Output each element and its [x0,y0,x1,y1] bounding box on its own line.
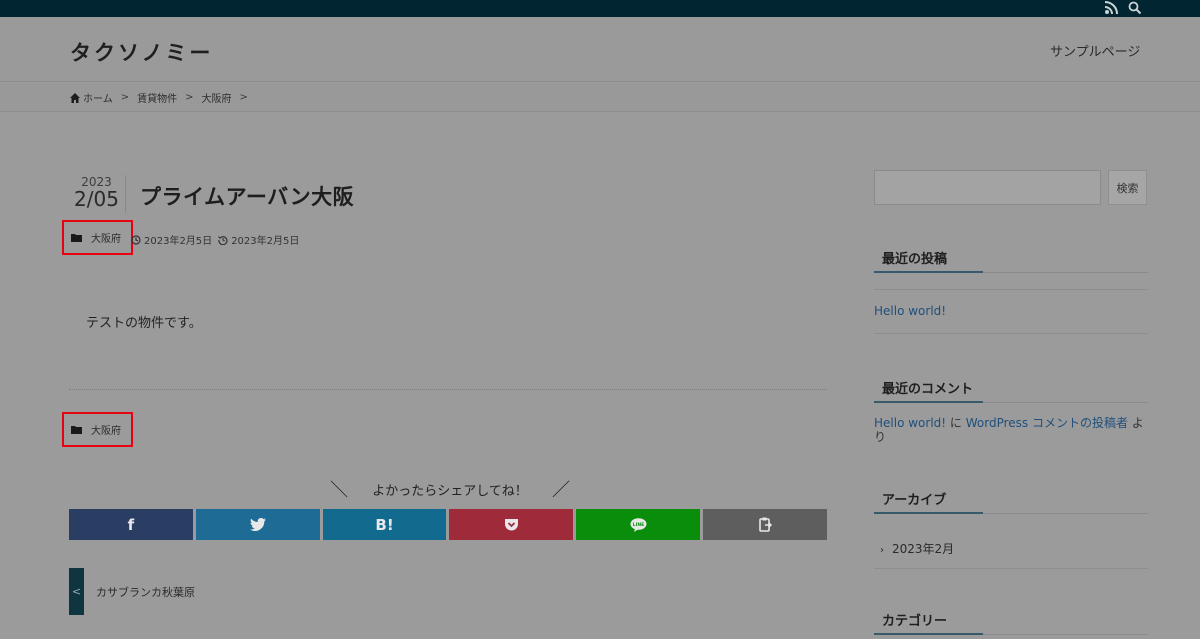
updated-icon [218,235,228,245]
prev-post-link[interactable]: < カサブランカ秋葉原 [69,568,195,615]
search-icon[interactable] [1128,1,1142,15]
pocket-icon [504,519,518,531]
comment-author-link[interactable]: WordPress コメントの投稿者 [966,416,1128,430]
category-label: 大阪府 [91,234,121,245]
recent-comment: Hello world! に WordPress コメントの投稿者 より [874,416,1149,444]
top-bar [0,0,1200,17]
post-meta-dates: 2023年2月5日 2023年2月5日 [131,232,299,247]
comment-on-text: に [946,416,966,430]
widget-title-text: アーカイブ [882,493,947,508]
widget-divider [874,289,1148,290]
clock-icon [131,234,141,245]
breadcrumb-bar: ホーム > 賃貸物件 > 大阪府 > [0,83,1200,112]
rss-icon[interactable] [1104,1,1118,15]
archive-item[interactable]: › 2023年2月 [880,540,954,557]
breadcrumb: ホーム > 賃貸物件 > 大阪府 > [70,90,256,105]
hatena-icon: B! [375,515,394,534]
site-title[interactable]: タクソノミー [70,37,213,67]
share-heading-slash-right: ／ [552,480,570,501]
widget-title-category: カテゴリー [874,605,1148,635]
breadcrumb-item[interactable]: 大阪府 [201,90,231,105]
widget-title-recent-comments: 最近のコメント [874,373,1148,403]
breadcrumb-home[interactable]: ホーム [83,90,113,105]
breadcrumb-separator: > [120,92,130,103]
category-label: 大阪府 [91,426,121,437]
line-icon: LINE [630,517,647,532]
folder-icon [71,426,82,434]
chevron-left-icon: < [69,568,84,615]
nav-item-sample-page[interactable]: サンプルページ [1050,41,1140,60]
share-heading-slash-left: ＼ [330,480,348,501]
post-date: 2023 2/05 [68,175,126,213]
share-copy-button[interactable] [703,509,827,540]
share-line-button[interactable]: LINE [576,509,701,540]
share-pocket-button[interactable] [449,509,574,540]
folder-icon [71,234,82,242]
widget-title-archive: アーカイブ [874,484,1148,514]
post-date-month-day: 2/05 [74,187,119,211]
share-heading: ＼ よかったらシェアしてね！ ／ [330,476,570,502]
svg-text:LINE: LINE [633,521,644,527]
content-divider [69,389,827,390]
twitter-icon [249,518,266,531]
category-link[interactable]: 大阪府 [62,412,133,447]
recent-post-link[interactable]: Hello world! [874,304,946,318]
comment-post-link[interactable]: Hello world! [874,416,946,430]
widget-divider [874,333,1148,334]
share-facebook-button[interactable]: f [69,509,193,540]
breadcrumb-separator: > [239,92,248,103]
share-twitter-button[interactable] [195,509,320,540]
widget-title-text: 最近の投稿 [882,252,948,267]
post-title: プライムアーバン大阪 [140,185,355,209]
share-buttons: f B! LINE [69,509,827,540]
category-link[interactable]: 大阪府 [62,220,133,255]
copy-icon [758,517,772,532]
home-icon [70,92,80,103]
archive-item-label: 2023年2月 [892,542,955,556]
widget-divider [874,568,1148,569]
widget-title-recent-posts: 最近の投稿 [874,243,1148,273]
breadcrumb-item[interactable]: 賃貸物件 [137,90,177,105]
share-heading-text: よかったらシェアしてね！ [372,483,528,499]
updated-date: 2023年2月5日 [231,236,300,247]
sidebar-search-button[interactable]: 検索 [1108,170,1147,205]
post-body: テストの物件です。 [86,316,202,331]
sidebar-search-input[interactable] [874,170,1101,205]
chevron-right-icon: › [880,545,884,556]
facebook-icon: f [127,515,135,534]
share-hatena-button[interactable]: B! [322,509,447,540]
breadcrumb-separator: > [185,92,194,103]
prev-post-title: カサブランカ秋葉原 [96,585,195,599]
widget-title-text: 最近のコメント [882,382,974,397]
published-date: 2023年2月5日 [144,236,213,247]
site-header: タクソノミー サンプルページ [0,17,1200,82]
widget-title-text: カテゴリー [882,614,948,629]
